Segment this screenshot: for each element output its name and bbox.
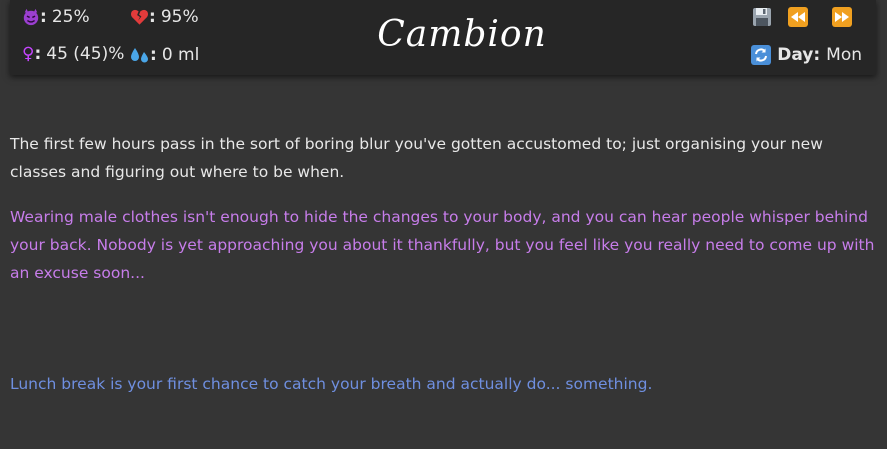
inner-thought-paragraph: Wearing male clothes isn't enough to hid… <box>10 208 875 282</box>
refresh-arrows-icon <box>751 45 772 65</box>
story-text: The first few hours pass in the sort of … <box>10 130 876 398</box>
day-label: Day: <box>777 45 821 65</box>
stat-health: : 95% <box>130 7 199 27</box>
status-bar: : 25% : 95% ♀ : 45 (45)% : 0 ml Cambion <box>10 0 876 75</box>
fluids-value: 0 ml <box>161 45 200 65</box>
female-sign-icon: ♀ <box>22 43 35 64</box>
demon-face-icon <box>23 8 39 26</box>
stat-fluids: : 0 ml <box>130 45 199 65</box>
game-title-logo: Cambion <box>377 14 547 55</box>
health-value: 95% <box>160 7 199 27</box>
femininity-value: 45 (45)% <box>46 44 125 64</box>
scene-paragraph: Lunch break is your first chance to catc… <box>10 375 653 393</box>
sweat-droplets-icon <box>131 48 148 63</box>
floppy-disk-icon[interactable] <box>751 6 773 28</box>
broken-heart-icon <box>130 9 149 25</box>
rewind-icon[interactable] <box>787 6 809 28</box>
corruption-value: 25% <box>51 7 90 27</box>
day-value: Mon <box>826 45 862 65</box>
stat-corruption: : 25% <box>22 7 90 27</box>
day-indicator: Day: Mon <box>751 45 862 65</box>
stat-femininity: ♀ : 45 (45)% <box>22 43 125 64</box>
narration-paragraph: The first few hours pass in the sort of … <box>10 135 823 181</box>
fast-forward-icon[interactable] <box>831 6 853 28</box>
